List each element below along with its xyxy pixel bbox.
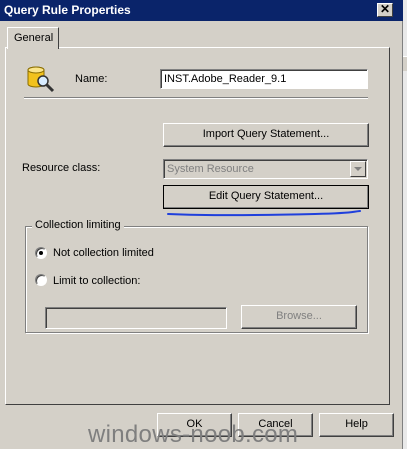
resource-class-value: System Resource xyxy=(167,163,254,175)
name-label: Name: xyxy=(75,73,108,85)
resource-class-select[interactable]: System Resource xyxy=(163,159,368,179)
edit-query-button[interactable]: Edit Query Statement... xyxy=(163,185,369,209)
title-bar[interactable]: Query Rule Properties ✕ xyxy=(0,0,403,21)
not-collection-limited-radio[interactable] xyxy=(35,247,47,259)
name-field[interactable]: INST.Adobe_Reader_9.1 xyxy=(160,69,368,89)
import-query-button[interactable]: Import Query Statement... xyxy=(163,123,369,147)
browse-button[interactable]: Browse... xyxy=(241,305,357,329)
not-collection-limited-label[interactable]: Not collection limited xyxy=(53,247,154,259)
collection-limiting-legend: Collection limiting xyxy=(32,219,124,231)
collection-field[interactable] xyxy=(45,307,227,329)
tab-general-label: General xyxy=(14,32,54,44)
background-window-edge xyxy=(403,0,407,449)
separator xyxy=(24,97,368,99)
watermark-text: windows-noob.com xyxy=(88,421,299,448)
window-title: Query Rule Properties xyxy=(4,3,131,17)
tab-general[interactable]: General xyxy=(7,27,59,49)
limit-to-collection-label[interactable]: Limit to collection: xyxy=(53,275,140,287)
limit-to-collection-radio[interactable] xyxy=(35,274,47,286)
highlight-underline xyxy=(167,210,361,217)
chevron-down-icon[interactable] xyxy=(350,161,366,177)
close-button[interactable]: ✕ xyxy=(377,3,393,17)
help-button[interactable]: Help xyxy=(319,413,394,437)
query-rule-icon xyxy=(25,63,57,95)
resource-class-label: Resource class: xyxy=(22,162,101,174)
